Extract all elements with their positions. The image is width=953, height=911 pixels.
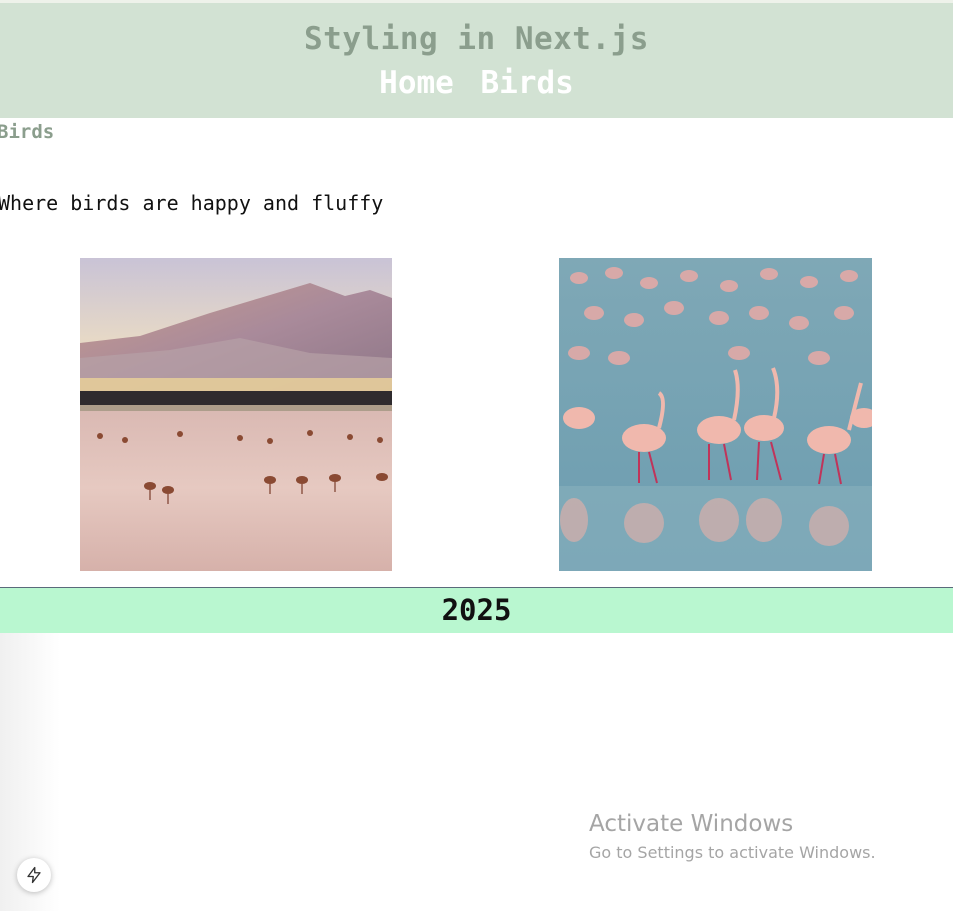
site-title: Styling in Next.js (304, 21, 649, 57)
site-header: Styling in Next.js Home Birds (0, 3, 953, 118)
flamingo-flock-image (559, 258, 872, 571)
lightning-bolt-icon (27, 866, 41, 884)
footer-year: 2025 (441, 593, 512, 627)
nav-link-home[interactable]: Home (379, 65, 454, 101)
activate-windows-watermark: Activate Windows Go to Settings to activ… (589, 811, 876, 862)
page-heading: Birds (0, 121, 55, 143)
watermark-title: Activate Windows (589, 811, 794, 837)
tagline: Where birds are happy and fluffy (0, 191, 384, 215)
dev-indicator-button[interactable] (17, 858, 51, 892)
nav-link-birds[interactable]: Birds (481, 65, 574, 101)
page: Styling in Next.js Home Birds Birds Wher… (0, 0, 953, 911)
main-nav: Home Birds (0, 65, 953, 101)
site-footer: 2025 (0, 588, 953, 633)
flamingos-lagoon-image (80, 258, 392, 571)
watermark-subtitle: Go to Settings to activate Windows. (589, 843, 876, 862)
